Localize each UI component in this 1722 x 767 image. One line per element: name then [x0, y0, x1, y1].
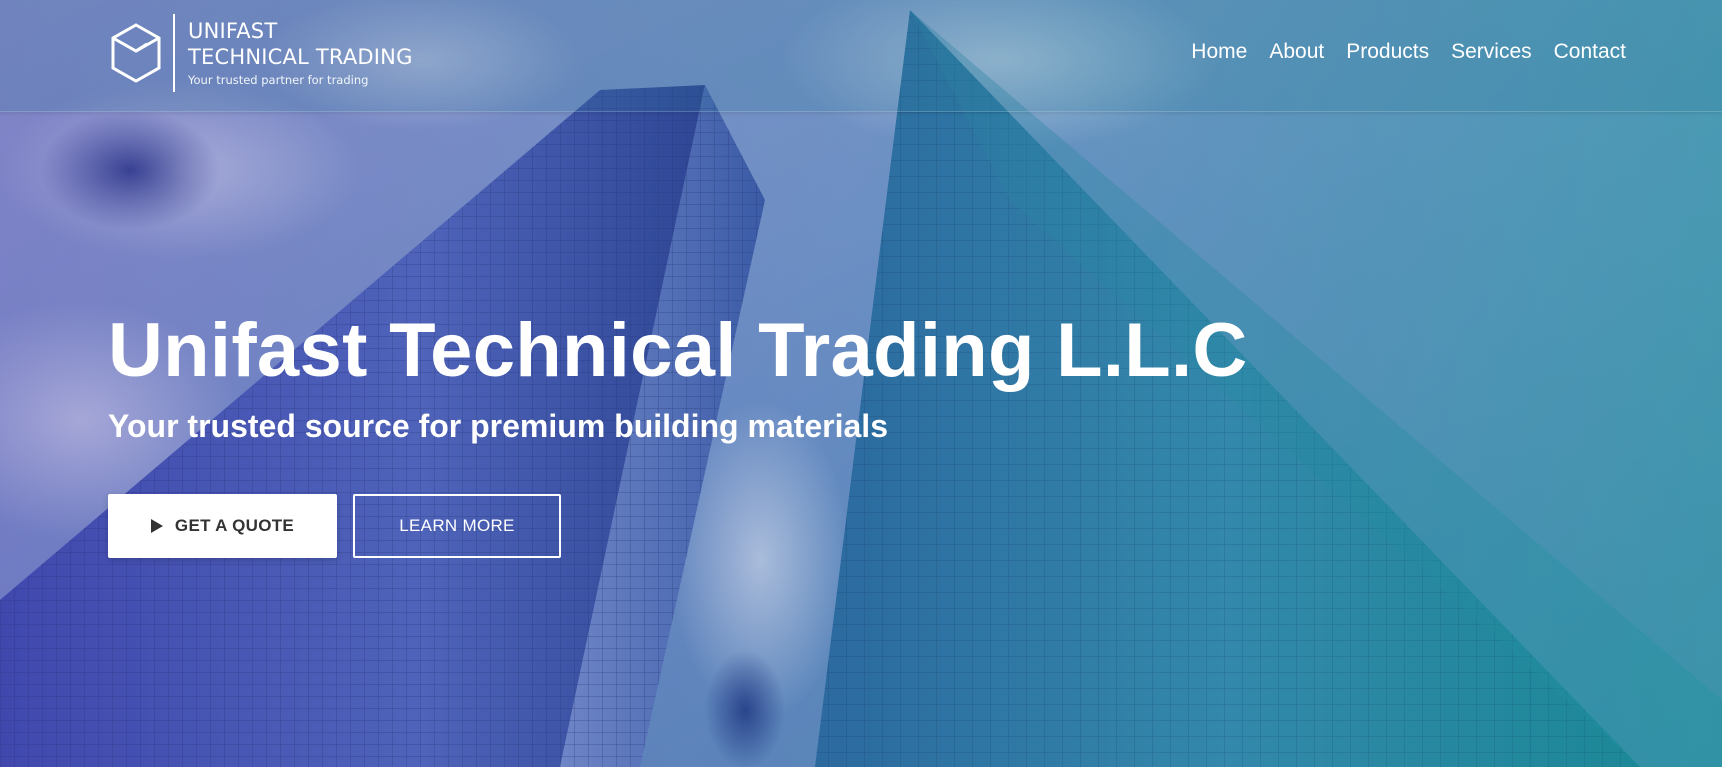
site-header: UNIFAST TECHNICAL TRADING Your trusted p…	[0, 0, 1722, 112]
get-a-quote-label: GET A QUOTE	[174, 516, 295, 535]
logo-divider	[173, 14, 175, 92]
hero-subtitle: Your trusted source for premium building…	[108, 408, 888, 444]
brand-name-line2: TECHNICAL TRADING	[188, 45, 413, 69]
logo[interactable]: UNIFAST TECHNICAL TRADING Your trusted p…	[110, 14, 413, 92]
play-icon	[150, 519, 163, 533]
main-nav: Home About Products Services Contact	[1191, 38, 1626, 66]
brand-name-line1: UNIFAST	[188, 19, 278, 43]
brand-tagline: Your trusted partner for trading	[188, 73, 369, 87]
nav-link-about[interactable]: About	[1269, 38, 1324, 66]
hero-actions: GET A QUOTE LEARN MORE	[108, 494, 1508, 558]
hero-title: Unifast Technical Trading L.L.C	[108, 308, 1248, 393]
nav-link-products[interactable]: Products	[1346, 38, 1429, 66]
logo-text: UNIFAST TECHNICAL TRADING Your trusted p…	[188, 14, 413, 89]
learn-more-label: LEARN MORE	[399, 516, 515, 535]
nav-link-services[interactable]: Services	[1451, 38, 1532, 66]
learn-more-button[interactable]: LEARN MORE	[353, 494, 561, 558]
nav-link-contact[interactable]: Contact	[1554, 38, 1626, 66]
hexagon-cube-icon	[111, 23, 161, 83]
get-a-quote-button[interactable]: GET A QUOTE	[108, 494, 337, 558]
nav-link-home[interactable]: Home	[1191, 38, 1247, 66]
hero-content: Unifast Technical Trading L.L.C Your tru…	[108, 306, 1508, 558]
